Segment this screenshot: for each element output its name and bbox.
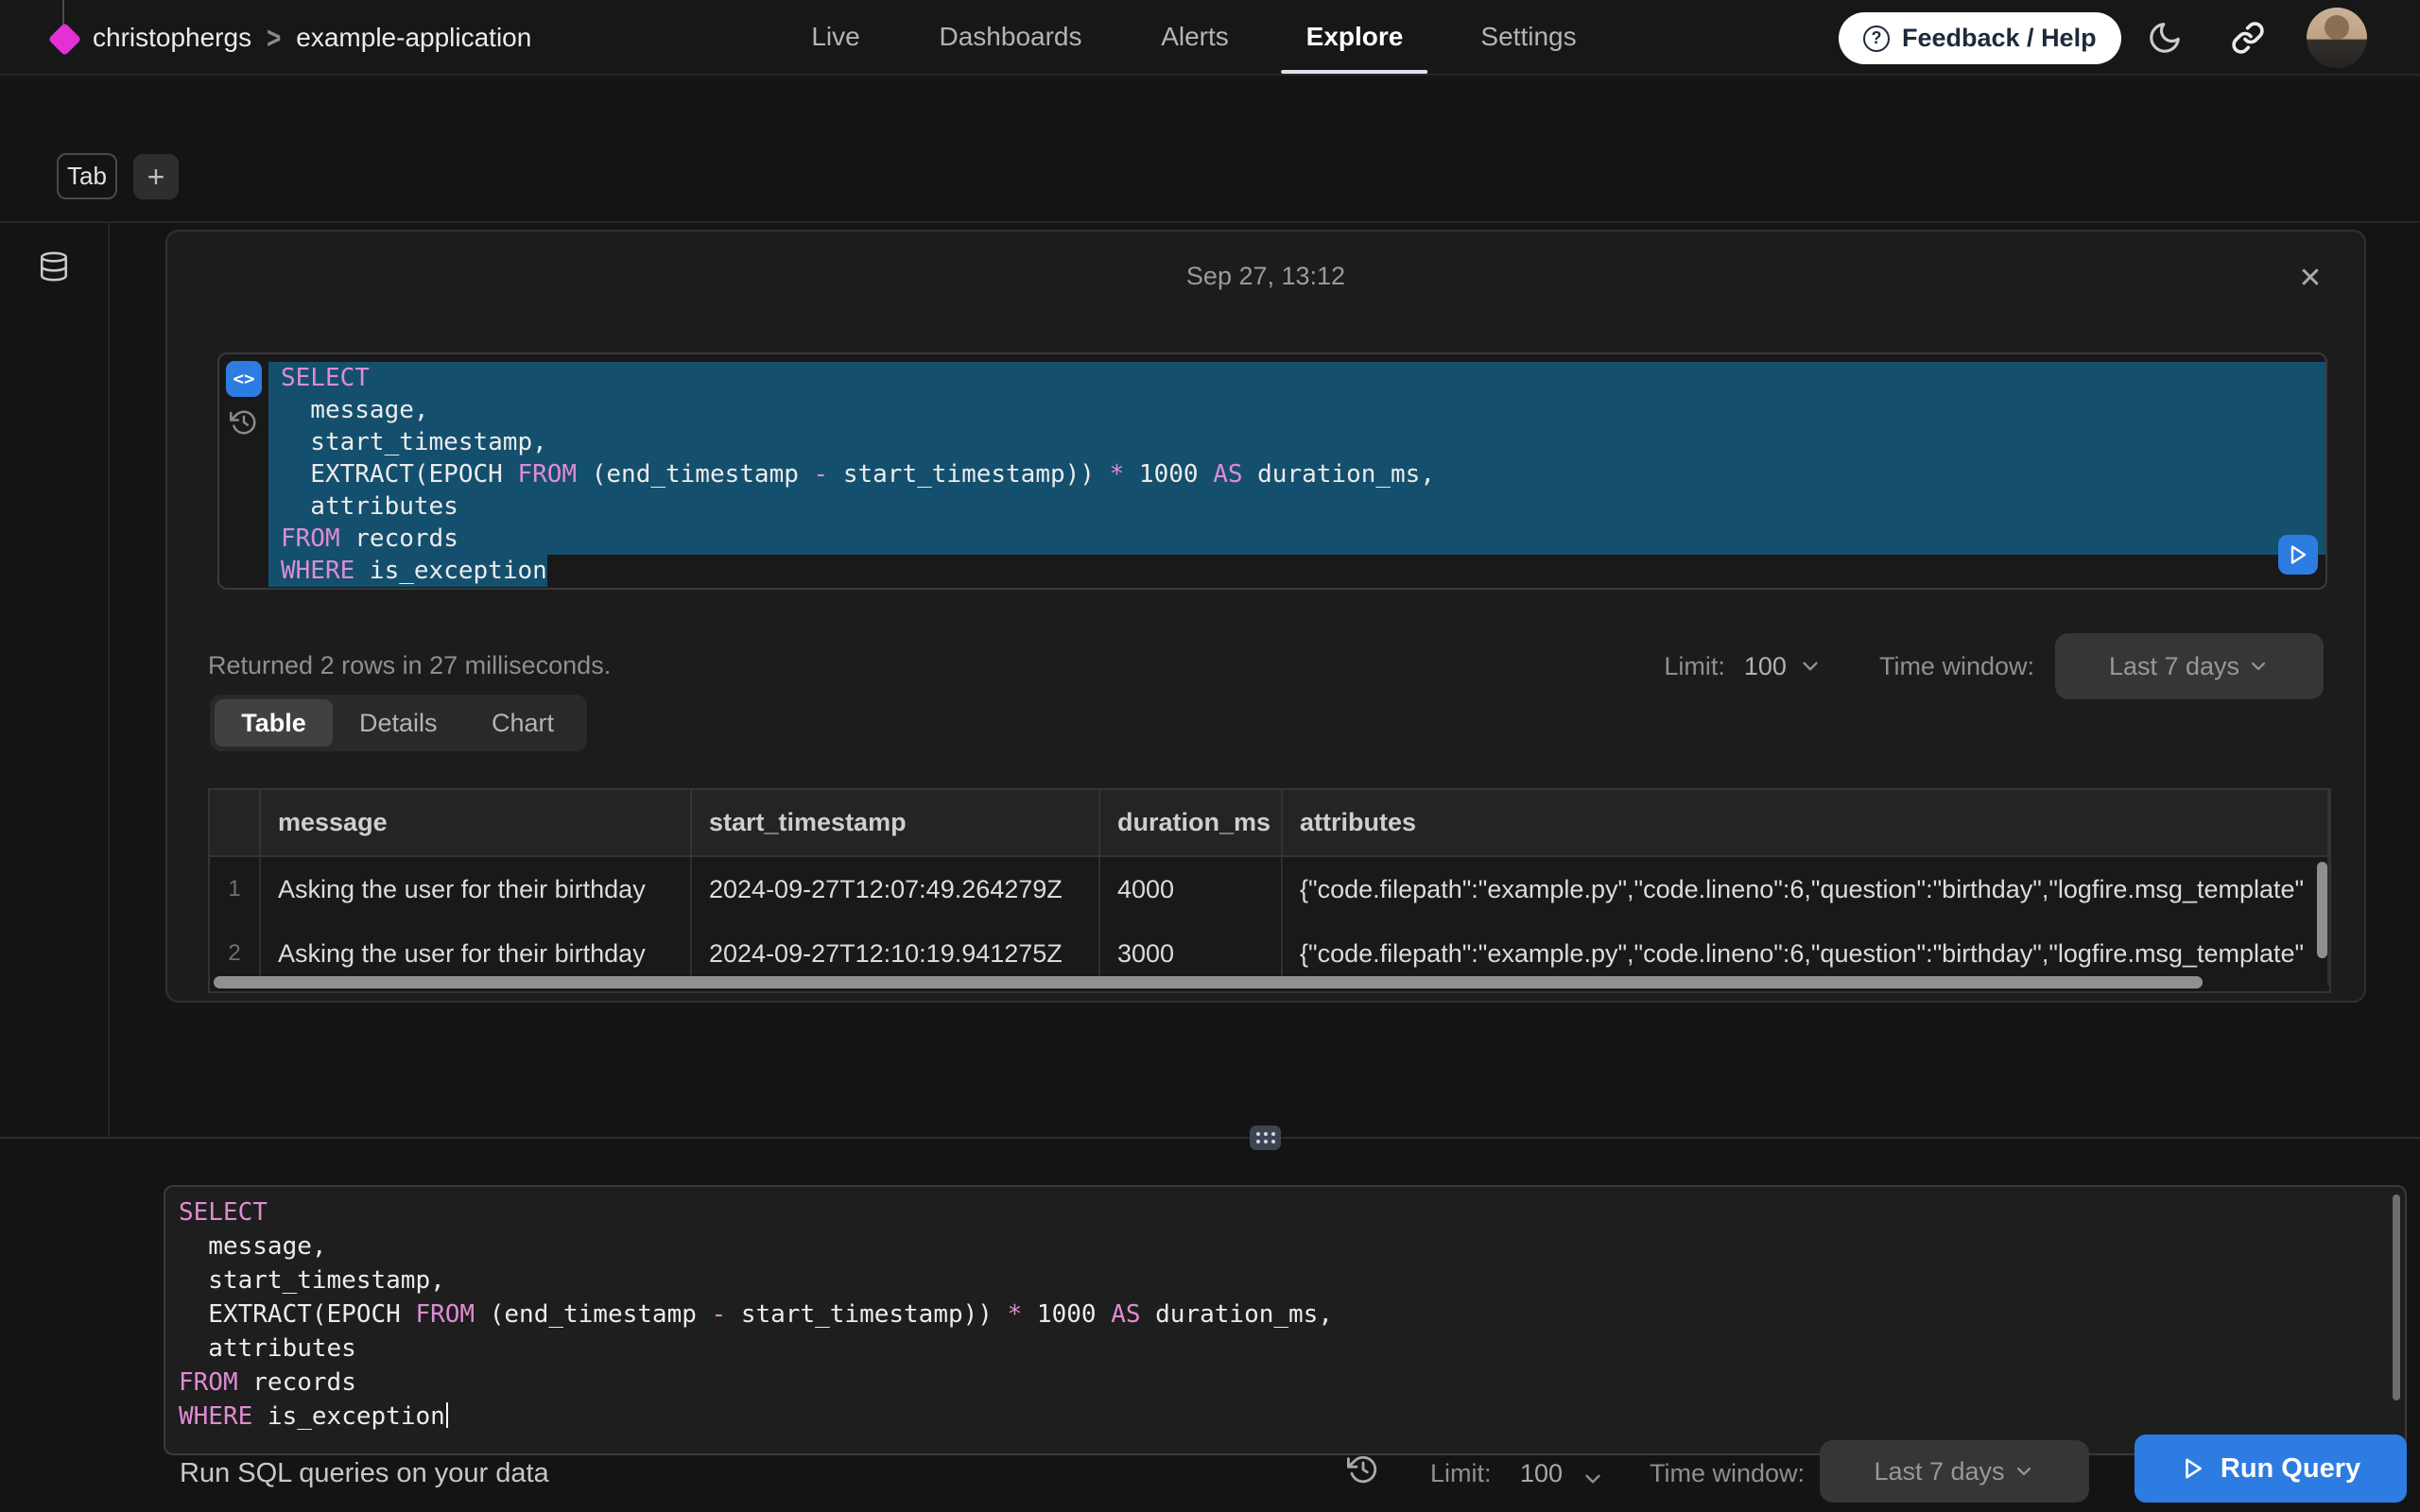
results-table: messagestart_timestampduration_msattribu…	[208, 788, 2331, 993]
logfire-logo[interactable]	[48, 23, 81, 56]
cell-start_timestamp[interactable]: 2024-09-27T12:07:49.264279Z	[692, 857, 1100, 921]
history-icon	[230, 408, 258, 437]
sql-editor-input[interactable]: SELECT message, start_timestamp, EXTRACT…	[164, 1185, 2407, 1455]
text-caret	[446, 1402, 448, 1428]
limit-label: Limit:	[1664, 652, 1725, 681]
top-nav: christophergs > example-application Live…	[0, 0, 2420, 76]
nav-tab-explore[interactable]: Explore	[1306, 0, 1404, 74]
executed-sql-code[interactable]: SELECT message, start_timestamp, EXTRACT…	[268, 354, 2325, 588]
footer-limit-label: Limit:	[1430, 1459, 1492, 1488]
close-result-button[interactable]: ✕	[2289, 256, 2332, 300]
question-icon: ?	[1863, 26, 1890, 52]
breadcrumb-project[interactable]: example-application	[296, 23, 531, 53]
result-timestamp: Sep 27, 13:12	[167, 262, 2364, 291]
database-icon	[38, 249, 70, 284]
nav-tab-settings[interactable]: Settings	[1480, 0, 1576, 74]
column-header-start_timestamp[interactable]: start_timestamp	[692, 790, 1100, 857]
feedback-help-button[interactable]: ? Feedback / Help	[1839, 12, 2121, 64]
share-link-button[interactable]	[2227, 17, 2269, 59]
code-icon: <>	[233, 369, 255, 389]
column-header-attributes[interactable]: attributes	[1283, 790, 2329, 857]
sql-line: FROM records	[268, 523, 2325, 555]
sql-line: WHERE is_exception	[268, 555, 2325, 587]
nav-tab-alerts[interactable]: Alerts	[1161, 0, 1229, 74]
footer-time-window-value: Last 7 days	[1874, 1457, 2004, 1486]
add-tab-button[interactable]: +	[133, 154, 179, 199]
vertical-scrollbar[interactable]	[2317, 862, 2327, 958]
view-tab-chart[interactable]: Chart	[464, 699, 582, 747]
feedback-help-label: Feedback / Help	[1902, 24, 2097, 53]
result-controls: Limit: 100 Time window: Last 7 days	[1664, 633, 2324, 699]
sql-line: message,	[179, 1229, 2405, 1263]
footer-limit-dropdown[interactable]: 100	[1520, 1459, 1563, 1488]
schema-sidebar-button[interactable]	[38, 249, 70, 284]
link-icon	[2231, 21, 2265, 55]
view-tab-table[interactable]: Table	[215, 699, 333, 747]
time-window-dropdown[interactable]: Last 7 days	[2055, 633, 2324, 699]
grip-dots-icon	[1256, 1132, 1275, 1143]
sql-line: start_timestamp,	[179, 1263, 2405, 1297]
editor-hint-text: Run SQL queries on your data	[180, 1458, 549, 1489]
column-header-rownum[interactable]	[210, 790, 261, 857]
sql-line: attributes	[268, 490, 2325, 523]
nav-tab-live[interactable]: Live	[811, 0, 859, 74]
row-number: 1	[210, 857, 261, 921]
history-button[interactable]	[1347, 1453, 1379, 1486]
footer-time-window-dropdown[interactable]: Last 7 days	[1820, 1440, 2089, 1503]
query-tab[interactable]: Tab	[57, 153, 117, 199]
play-icon	[2181, 1456, 2205, 1481]
result-status-text: Returned 2 rows in 27 milliseconds.	[208, 651, 611, 680]
query-history-button[interactable]	[230, 408, 258, 437]
horizontal-scrollbar[interactable]	[214, 976, 2203, 988]
breadcrumb-separator: >	[267, 20, 281, 57]
sql-line: SELECT	[179, 1195, 2405, 1229]
sql-gutter: <>	[219, 354, 268, 588]
play-icon	[2287, 543, 2309, 566]
code-toggle-button[interactable]: <>	[226, 361, 262, 397]
theme-toggle-button[interactable]	[2144, 17, 2186, 59]
limit-dropdown[interactable]: 100	[1744, 652, 1787, 681]
run-query-button[interactable]: Run Query	[2135, 1435, 2407, 1503]
close-icon: ✕	[2298, 262, 2322, 295]
sql-line: EXTRACT(EPOCH FROM (end_timestamp - star…	[179, 1297, 2405, 1332]
sql-line: FROM records	[179, 1366, 2405, 1400]
rerun-query-button[interactable]	[2278, 535, 2318, 575]
sql-line: WHERE is_exception	[179, 1400, 2405, 1434]
executed-sql-block: <> SELECT message, start_timestamp, EXTR…	[217, 352, 2327, 590]
sidebar-divider	[108, 223, 110, 1137]
result-view-tabs: Table Details Chart	[210, 695, 587, 751]
pane-splitter-handle[interactable]	[1250, 1125, 1281, 1150]
sql-line: message,	[268, 394, 2325, 426]
chevron-down-icon[interactable]	[1581, 1467, 1605, 1491]
cell-message[interactable]: Asking the user for their birthday	[261, 857, 692, 921]
logo-tail-line	[62, 0, 64, 26]
chevron-down-icon[interactable]	[1798, 654, 1823, 679]
pane-splitter-line	[0, 1137, 2420, 1139]
sql-line: SELECT	[268, 362, 2325, 394]
content-divider	[0, 221, 2420, 223]
history-icon	[1347, 1453, 1379, 1486]
column-header-message[interactable]: message	[261, 790, 692, 857]
sql-line: start_timestamp,	[268, 426, 2325, 458]
breadcrumb: christophergs > example-application	[93, 0, 531, 76]
query-result-card: Sep 27, 13:12 ✕ <> SELECT message, start…	[165, 230, 2366, 1003]
chevron-down-icon	[2247, 655, 2270, 678]
footer-time-window-label: Time window:	[1650, 1459, 1805, 1488]
moon-icon	[2147, 20, 2183, 56]
avatar[interactable]	[2307, 8, 2367, 68]
view-tab-details[interactable]: Details	[337, 699, 460, 747]
cell-duration_ms[interactable]: 4000	[1100, 857, 1283, 921]
run-query-label: Run Query	[2221, 1453, 2360, 1485]
sql-line: EXTRACT(EPOCH FROM (end_timestamp - star…	[268, 458, 2325, 490]
cell-attributes[interactable]: {"code.filepath":"example.py","code.line…	[1283, 857, 2329, 921]
column-header-duration_ms[interactable]: duration_ms	[1100, 790, 1283, 857]
breadcrumb-org[interactable]: christophergs	[93, 23, 251, 53]
nav-tab-dashboards[interactable]: Dashboards	[940, 0, 1082, 74]
time-window-value: Last 7 days	[2109, 652, 2239, 681]
chevron-down-icon	[2013, 1460, 2035, 1483]
logfire-explore-page: christophergs > example-application Live…	[0, 0, 2420, 1512]
editor-scrollbar[interactable]	[2393, 1194, 2400, 1400]
sql-line: attributes	[179, 1332, 2405, 1366]
time-window-label: Time window:	[1879, 652, 2034, 681]
